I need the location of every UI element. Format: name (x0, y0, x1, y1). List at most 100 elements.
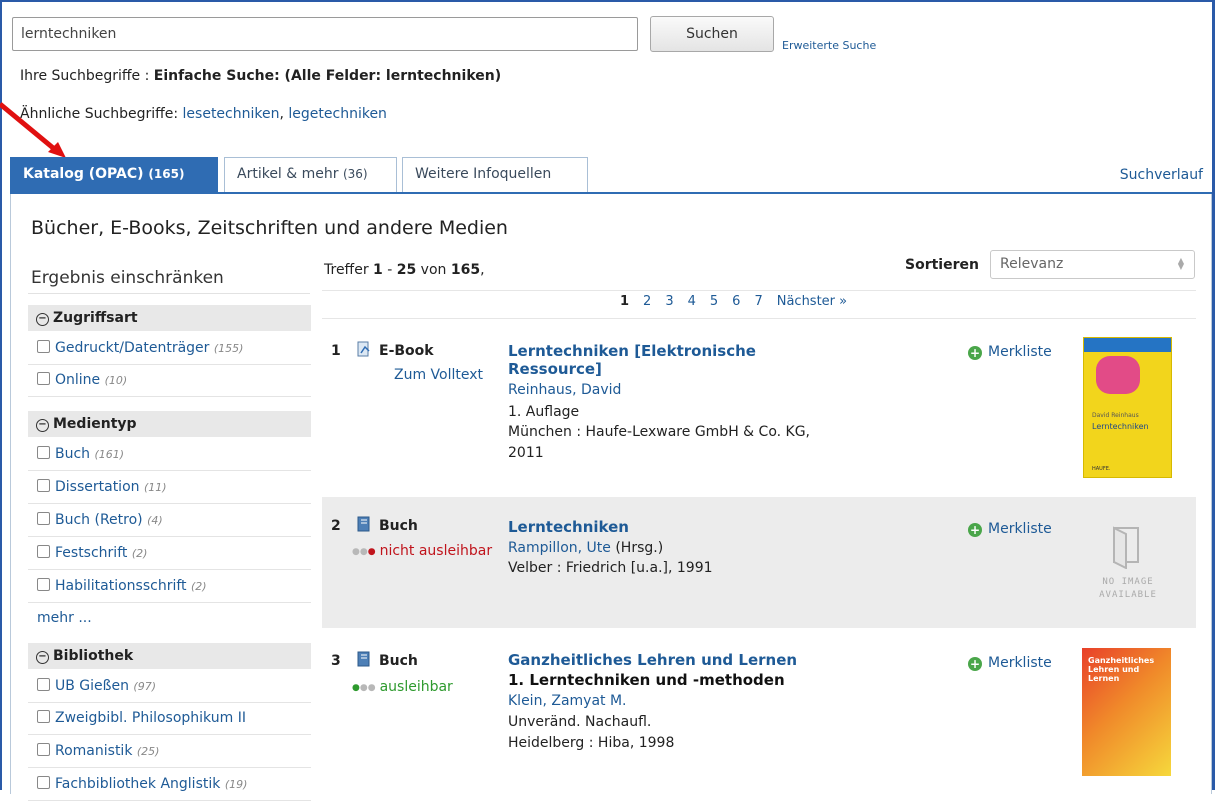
page-link[interactable]: 5 (710, 294, 718, 309)
facet-group-zugriffsart[interactable]: − Zugriffsart (28, 305, 311, 331)
advanced-search-link[interactable]: Erweiterte Suche (782, 39, 876, 52)
tab-count: (165) (148, 167, 185, 181)
merkliste-button[interactable]: + Merkliste (968, 521, 1052, 537)
result-row: 3 Buch ●●● ausleihbar Ganzheitliches Lehr… (322, 630, 1196, 790)
pager-divider (322, 290, 1196, 291)
facet-item-count: (11) (143, 481, 167, 494)
page-link[interactable]: 7 (754, 294, 762, 309)
book-icon (357, 651, 370, 667)
hits-total: 165 (450, 262, 481, 278)
facet-item[interactable]: Buch (161) (28, 439, 311, 471)
checkbox[interactable] (37, 710, 50, 723)
facet-item-count: (19) (224, 778, 248, 791)
result-title[interactable]: Ganzheitliches Lehren und Lernen (508, 651, 828, 669)
search-input[interactable] (12, 17, 638, 51)
fulltext-link[interactable]: Zum Volltext (394, 367, 483, 383)
checkbox[interactable] (37, 678, 50, 691)
page-link[interactable]: 3 (665, 294, 673, 309)
hits-from: 1 (373, 262, 383, 278)
hits-to: 25 (396, 262, 417, 278)
similar-term-link[interactable]: legetechniken (288, 106, 387, 122)
facet-item-count: (155) (213, 342, 244, 355)
page-link[interactable]: 6 (732, 294, 740, 309)
facet-item-label: Buch (Retro) (55, 512, 143, 528)
cover-title: Ganzheitliches Lehren und Lernen (1088, 656, 1155, 683)
availability-status: ●●● ausleihbar (352, 679, 453, 695)
facet-item[interactable]: Festschrift (2) (28, 538, 311, 570)
checkbox[interactable] (37, 776, 50, 789)
sort-select[interactable]: Relevanz ▲ ▼ (990, 250, 1195, 279)
facet-group-label: Bibliothek (53, 648, 134, 664)
result-author[interactable]: Klein, Zamyat M. (508, 691, 627, 711)
next-page-link[interactable]: Nächster » (777, 294, 847, 309)
facet-item-label: Habilitationsschrift (55, 578, 187, 594)
result-row: 2 Buch ●●● nicht ausleihbar Lerntechniken… (322, 497, 1196, 628)
checkbox[interactable] (37, 479, 50, 492)
checkbox[interactable] (37, 743, 50, 756)
book-cover[interactable]: Ganzheitliches Lehren und Lernen (1082, 648, 1171, 776)
result-subtitle-text: 1. Lerntechniken und -methoden (508, 671, 785, 689)
result-publisher: Velber : Friedrich [u.a.], 1991 (508, 560, 713, 576)
search-terms-prefix: Ihre Suchbegriffe : (20, 68, 154, 84)
merkliste-button[interactable]: + Merkliste (968, 344, 1052, 360)
search-button[interactable]: Suchen (650, 16, 774, 52)
collapse-icon: − (36, 651, 49, 664)
checkbox[interactable] (37, 578, 50, 591)
page-link[interactable]: 4 (688, 294, 696, 309)
result-title[interactable]: Lerntechniken (508, 518, 828, 536)
section-heading: Bücher, E-Books, Zeitschriften und ander… (31, 217, 508, 239)
book-cover[interactable]: David Reinhaus Lerntechniken HAUFE. (1083, 337, 1172, 478)
checkbox[interactable] (37, 446, 50, 459)
facet-item[interactable]: Romanistik (25) (28, 736, 311, 768)
plus-icon: + (968, 346, 982, 360)
similar-term-link[interactable]: lesetechniken (183, 106, 280, 122)
result-author[interactable]: Reinhaus, David (508, 380, 621, 400)
tab-katalog-opac[interactable]: Katalog (OPAC) (165) (10, 157, 218, 192)
search-history-link[interactable]: Suchverlauf (1120, 167, 1203, 183)
facet-item[interactable]: Dissertation (11) (28, 472, 311, 504)
result-author-line: Rampillon, Ute (Hrsg.) (508, 538, 663, 558)
facet-item[interactable]: Habilitationsschrift (2) (28, 571, 311, 603)
merkliste-button[interactable]: + Merkliste (968, 655, 1052, 671)
facet-item[interactable]: Buch (Retro) (4) (28, 505, 311, 537)
facet-item-count: (161) (94, 448, 125, 461)
facet-item[interactable]: Online (10) (28, 365, 311, 397)
page-link[interactable]: 2 (643, 294, 651, 309)
facet-item[interactable]: Fachbibliothek Anglistik (19) (28, 769, 311, 801)
checkbox[interactable] (37, 512, 50, 525)
result-title[interactable]: Lerntechniken [Elektronische Ressource] (508, 342, 828, 378)
cover-title: Lerntechniken (1092, 422, 1149, 431)
facet-group-label: Zugriffsart (53, 310, 138, 326)
media-type: Buch (379, 653, 418, 669)
tab-label: Katalog (OPAC) (23, 166, 144, 182)
page-current[interactable]: 1 (620, 294, 629, 309)
tab-artikel-mehr[interactable]: Artikel & mehr (36) (224, 157, 397, 192)
tab-weitere-infoquellen[interactable]: Weitere Infoquellen (402, 157, 588, 192)
facet-item-label: Buch (55, 446, 91, 462)
facet-item[interactable]: UB Gießen (97) (28, 671, 311, 703)
result-author[interactable]: Rampillon, Ute (508, 540, 611, 556)
availability-label: nicht ausleihbar (379, 543, 493, 559)
facet-item[interactable]: Gedruckt/Datenträger (155) (28, 333, 311, 365)
facet-item-count: (2) (131, 547, 148, 560)
facet-item-count: (4) (147, 514, 163, 527)
more-facets-link[interactable]: mehr ... (37, 610, 92, 626)
facet-group-medientyp[interactable]: − Medientyp (28, 411, 311, 437)
hits-summary: Treffer 1 - 25 von 165, (324, 262, 485, 278)
plus-icon: + (968, 523, 982, 537)
checkbox[interactable] (37, 372, 50, 385)
checkbox[interactable] (37, 545, 50, 558)
facet-item-label: Zweigbibl. Philosophikum II (55, 710, 246, 726)
result-year: 2011 (508, 445, 544, 461)
facet-group-bibliothek[interactable]: − Bibliothek (28, 643, 311, 669)
facet-item[interactable]: Zweigbibl. Philosophikum II (28, 703, 311, 735)
cover-author: David Reinhaus (1092, 412, 1139, 419)
hits-of: von (416, 262, 451, 278)
facet-item-label: Festschrift (55, 545, 128, 561)
pagination: 1 2 3 4 5 6 7 Nächster » (620, 294, 861, 309)
checkbox[interactable] (37, 340, 50, 353)
collapse-icon: − (36, 419, 49, 432)
availability-status: ●●● nicht ausleihbar (352, 543, 492, 559)
no-image-placeholder: NO IMAGE AVAILABLE (1093, 521, 1163, 611)
sort-value: Relevanz (1000, 256, 1064, 272)
